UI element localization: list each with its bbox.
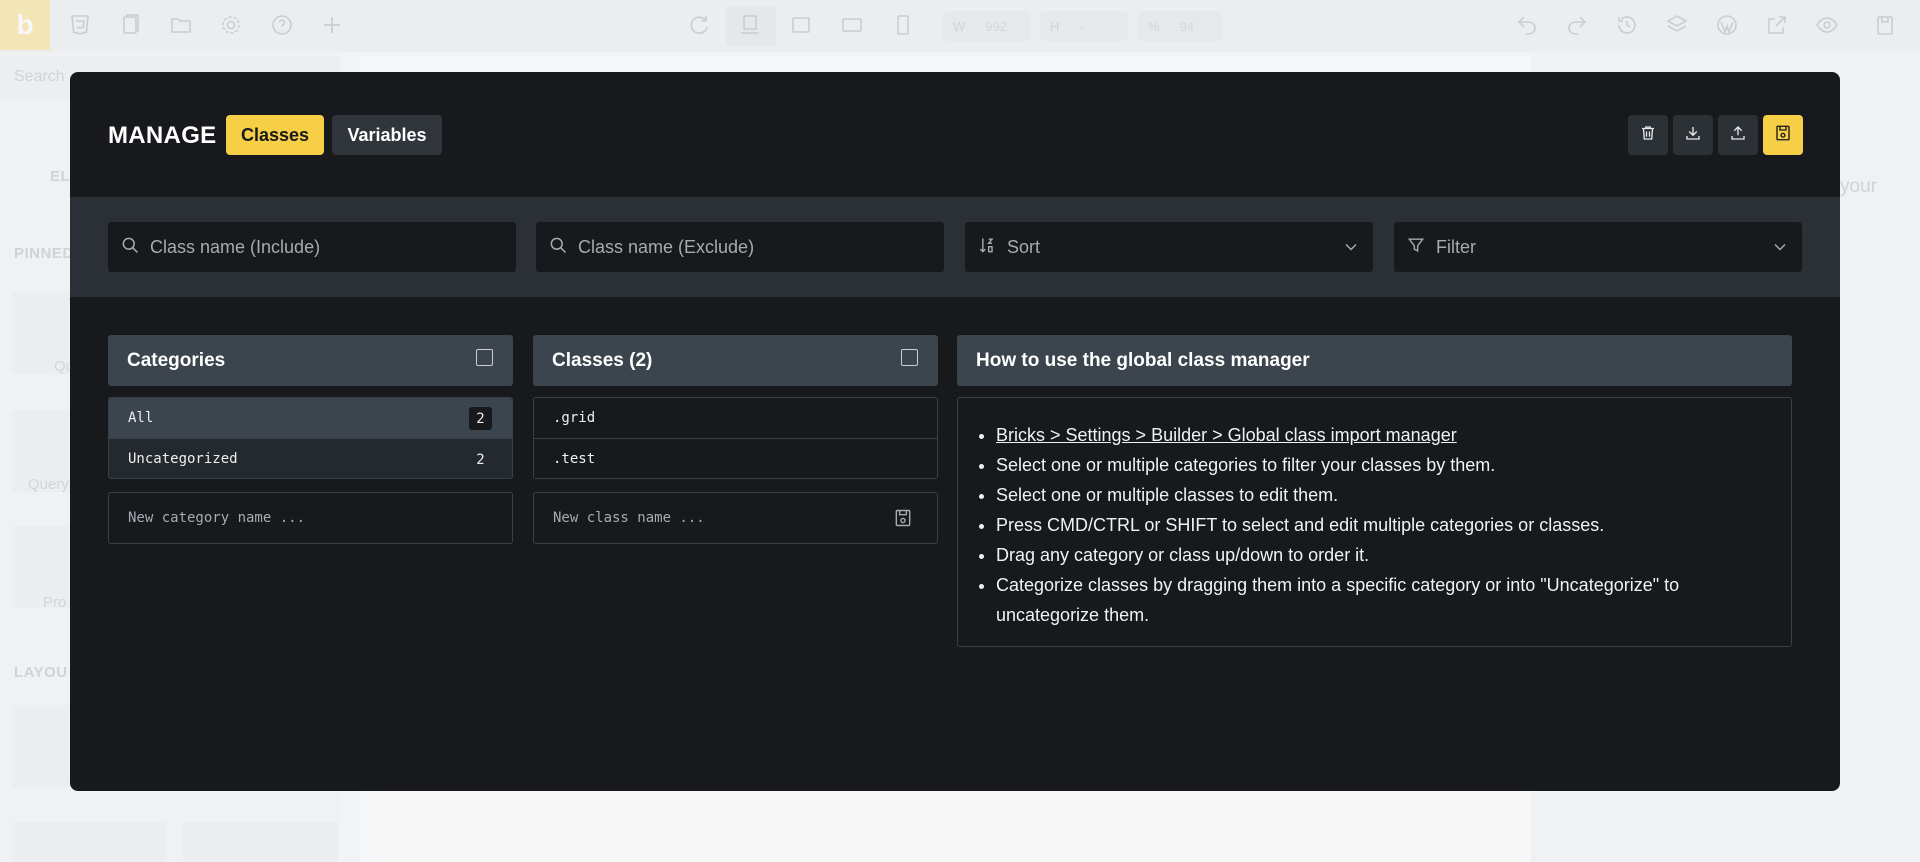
- class-name: .test: [553, 450, 596, 467]
- folder-icon[interactable]: [169, 13, 193, 37]
- help-list-item: Bricks > Settings > Builder > Global cla…: [996, 420, 1756, 450]
- add-icon[interactable]: [320, 13, 344, 37]
- categories-title: Categories: [127, 349, 226, 371]
- category-count: 2: [476, 451, 485, 468]
- mobile-icon[interactable]: [891, 13, 915, 37]
- html5-icon[interactable]: [68, 13, 92, 37]
- class-item[interactable]: .grid: [534, 398, 937, 438]
- width-label: W: [953, 18, 966, 34]
- help-title: How to use the global class manager: [976, 349, 1310, 371]
- tablet-icon[interactable]: [840, 13, 864, 37]
- element-tile-label: Pro: [43, 594, 67, 611]
- layers-icon[interactable]: [1665, 13, 1689, 37]
- classes-header: Classes (2): [533, 335, 938, 386]
- help-list-item: Select one or multiple categories to fil…: [996, 450, 1756, 480]
- help-icon[interactable]: [270, 13, 294, 37]
- help-list: Bricks > Settings > Builder > Global cla…: [996, 420, 1791, 630]
- category-item-uncategorized[interactable]: Uncategorized 2: [109, 438, 512, 478]
- desktop-icon[interactable]: [738, 13, 762, 37]
- trash-icon: [1639, 124, 1657, 147]
- pages-icon[interactable]: [118, 13, 142, 37]
- preview-icon[interactable]: [1815, 13, 1839, 37]
- help-panel: Bricks > Settings > Builder > Global cla…: [957, 397, 1792, 647]
- tab-variables[interactable]: Variables: [332, 115, 442, 155]
- element-tile-label: Query: [28, 476, 69, 493]
- category-name: Uncategorized: [128, 450, 238, 467]
- save-button[interactable]: [1763, 115, 1803, 155]
- select-all-categories-checkbox[interactable]: [476, 349, 493, 366]
- include-search-field[interactable]: [108, 222, 516, 272]
- pinned-section-label: PINNED: [14, 245, 74, 262]
- help-list-item: Categorize classes by dragging them into…: [996, 570, 1756, 630]
- elements-tab-label[interactable]: EL: [50, 168, 70, 185]
- modal-title: MANAGE: [108, 122, 217, 149]
- help-list-item: Select one or multiple classes to edit t…: [996, 480, 1756, 510]
- refresh-icon[interactable]: [687, 13, 711, 37]
- tab-classes[interactable]: Classes: [226, 115, 324, 155]
- delete-button[interactable]: [1628, 115, 1668, 155]
- category-name: All: [128, 410, 154, 426]
- help-header: How to use the global class manager: [957, 335, 1792, 386]
- categories-header: Categories: [108, 335, 513, 386]
- tablet-landscape-icon[interactable]: [789, 13, 813, 37]
- zoom-value[interactable]: 94: [1180, 19, 1194, 34]
- sort-label: Sort: [1007, 236, 1041, 257]
- element-tile[interactable]: [183, 822, 338, 862]
- search-icon: [120, 235, 140, 260]
- select-all-classes-checkbox[interactable]: [901, 349, 918, 366]
- zoom-label: %: [1148, 18, 1160, 34]
- gear-icon[interactable]: [219, 13, 243, 37]
- save-template-icon[interactable]: [1873, 13, 1897, 37]
- export-button[interactable]: [1673, 115, 1713, 155]
- width-value[interactable]: 992: [985, 19, 1007, 34]
- filter-label: Filter: [1436, 236, 1476, 257]
- chevron-down-icon: [1341, 237, 1361, 257]
- filter-icon: [1406, 235, 1426, 260]
- new-class-field[interactable]: [533, 492, 938, 544]
- layout-section-label: LAYOU: [14, 664, 68, 681]
- builder-toolbar: b W 992 H- % 94: [0, 0, 1920, 52]
- class-manager-modal: MANAGE Classes Variables Sort Filter: [70, 72, 1840, 791]
- category-item-all[interactable]: All 2: [109, 398, 512, 438]
- undo-icon[interactable]: [1515, 13, 1539, 37]
- height-value[interactable]: -: [1079, 19, 1083, 34]
- new-category-field[interactable]: [108, 492, 513, 544]
- width-field[interactable]: W 992: [943, 11, 1031, 41]
- search-icon: [548, 235, 568, 260]
- category-count: 2: [469, 407, 492, 430]
- class-item[interactable]: .test: [534, 438, 937, 478]
- classes-title: Classes (2): [552, 349, 653, 371]
- chevron-down-icon: [1770, 237, 1790, 257]
- classes-list: .grid .test: [533, 397, 938, 479]
- categories-list: All 2 Uncategorized 2: [108, 397, 513, 479]
- upload-icon: [1729, 124, 1747, 147]
- height-field[interactable]: H-: [1040, 11, 1128, 41]
- sort-icon: [977, 235, 997, 260]
- import-button[interactable]: [1718, 115, 1758, 155]
- history-icon[interactable]: [1615, 13, 1639, 37]
- new-category-input[interactable]: [128, 510, 448, 526]
- exclude-search-input[interactable]: [578, 236, 918, 258]
- include-search-input[interactable]: [150, 236, 490, 258]
- element-tile[interactable]: [12, 822, 167, 862]
- zoom-field[interactable]: % 94: [1138, 11, 1222, 41]
- save-icon: [1774, 124, 1792, 147]
- global-class-import-link[interactable]: Bricks > Settings > Builder > Global cla…: [996, 425, 1457, 445]
- class-name: .grid: [553, 410, 596, 426]
- height-label: H: [1050, 18, 1060, 34]
- help-list-item: Press CMD/CTRL or SHIFT to select and ed…: [996, 510, 1756, 540]
- download-icon: [1684, 124, 1702, 147]
- edit-external-icon[interactable]: [1765, 13, 1789, 37]
- help-list-item: Drag any category or class up/down to or…: [996, 540, 1756, 570]
- bricks-logo[interactable]: b: [0, 0, 50, 50]
- exclude-search-field[interactable]: [536, 222, 944, 272]
- structure-panel-text: your: [1840, 176, 1877, 197]
- new-class-input[interactable]: [553, 510, 873, 526]
- redo-icon[interactable]: [1565, 13, 1589, 37]
- save-icon[interactable]: [893, 508, 913, 528]
- filter-select[interactable]: Filter: [1394, 222, 1802, 272]
- wordpress-icon[interactable]: [1715, 13, 1739, 37]
- filter-bar: Sort Filter: [70, 197, 1840, 297]
- sort-select[interactable]: Sort: [965, 222, 1373, 272]
